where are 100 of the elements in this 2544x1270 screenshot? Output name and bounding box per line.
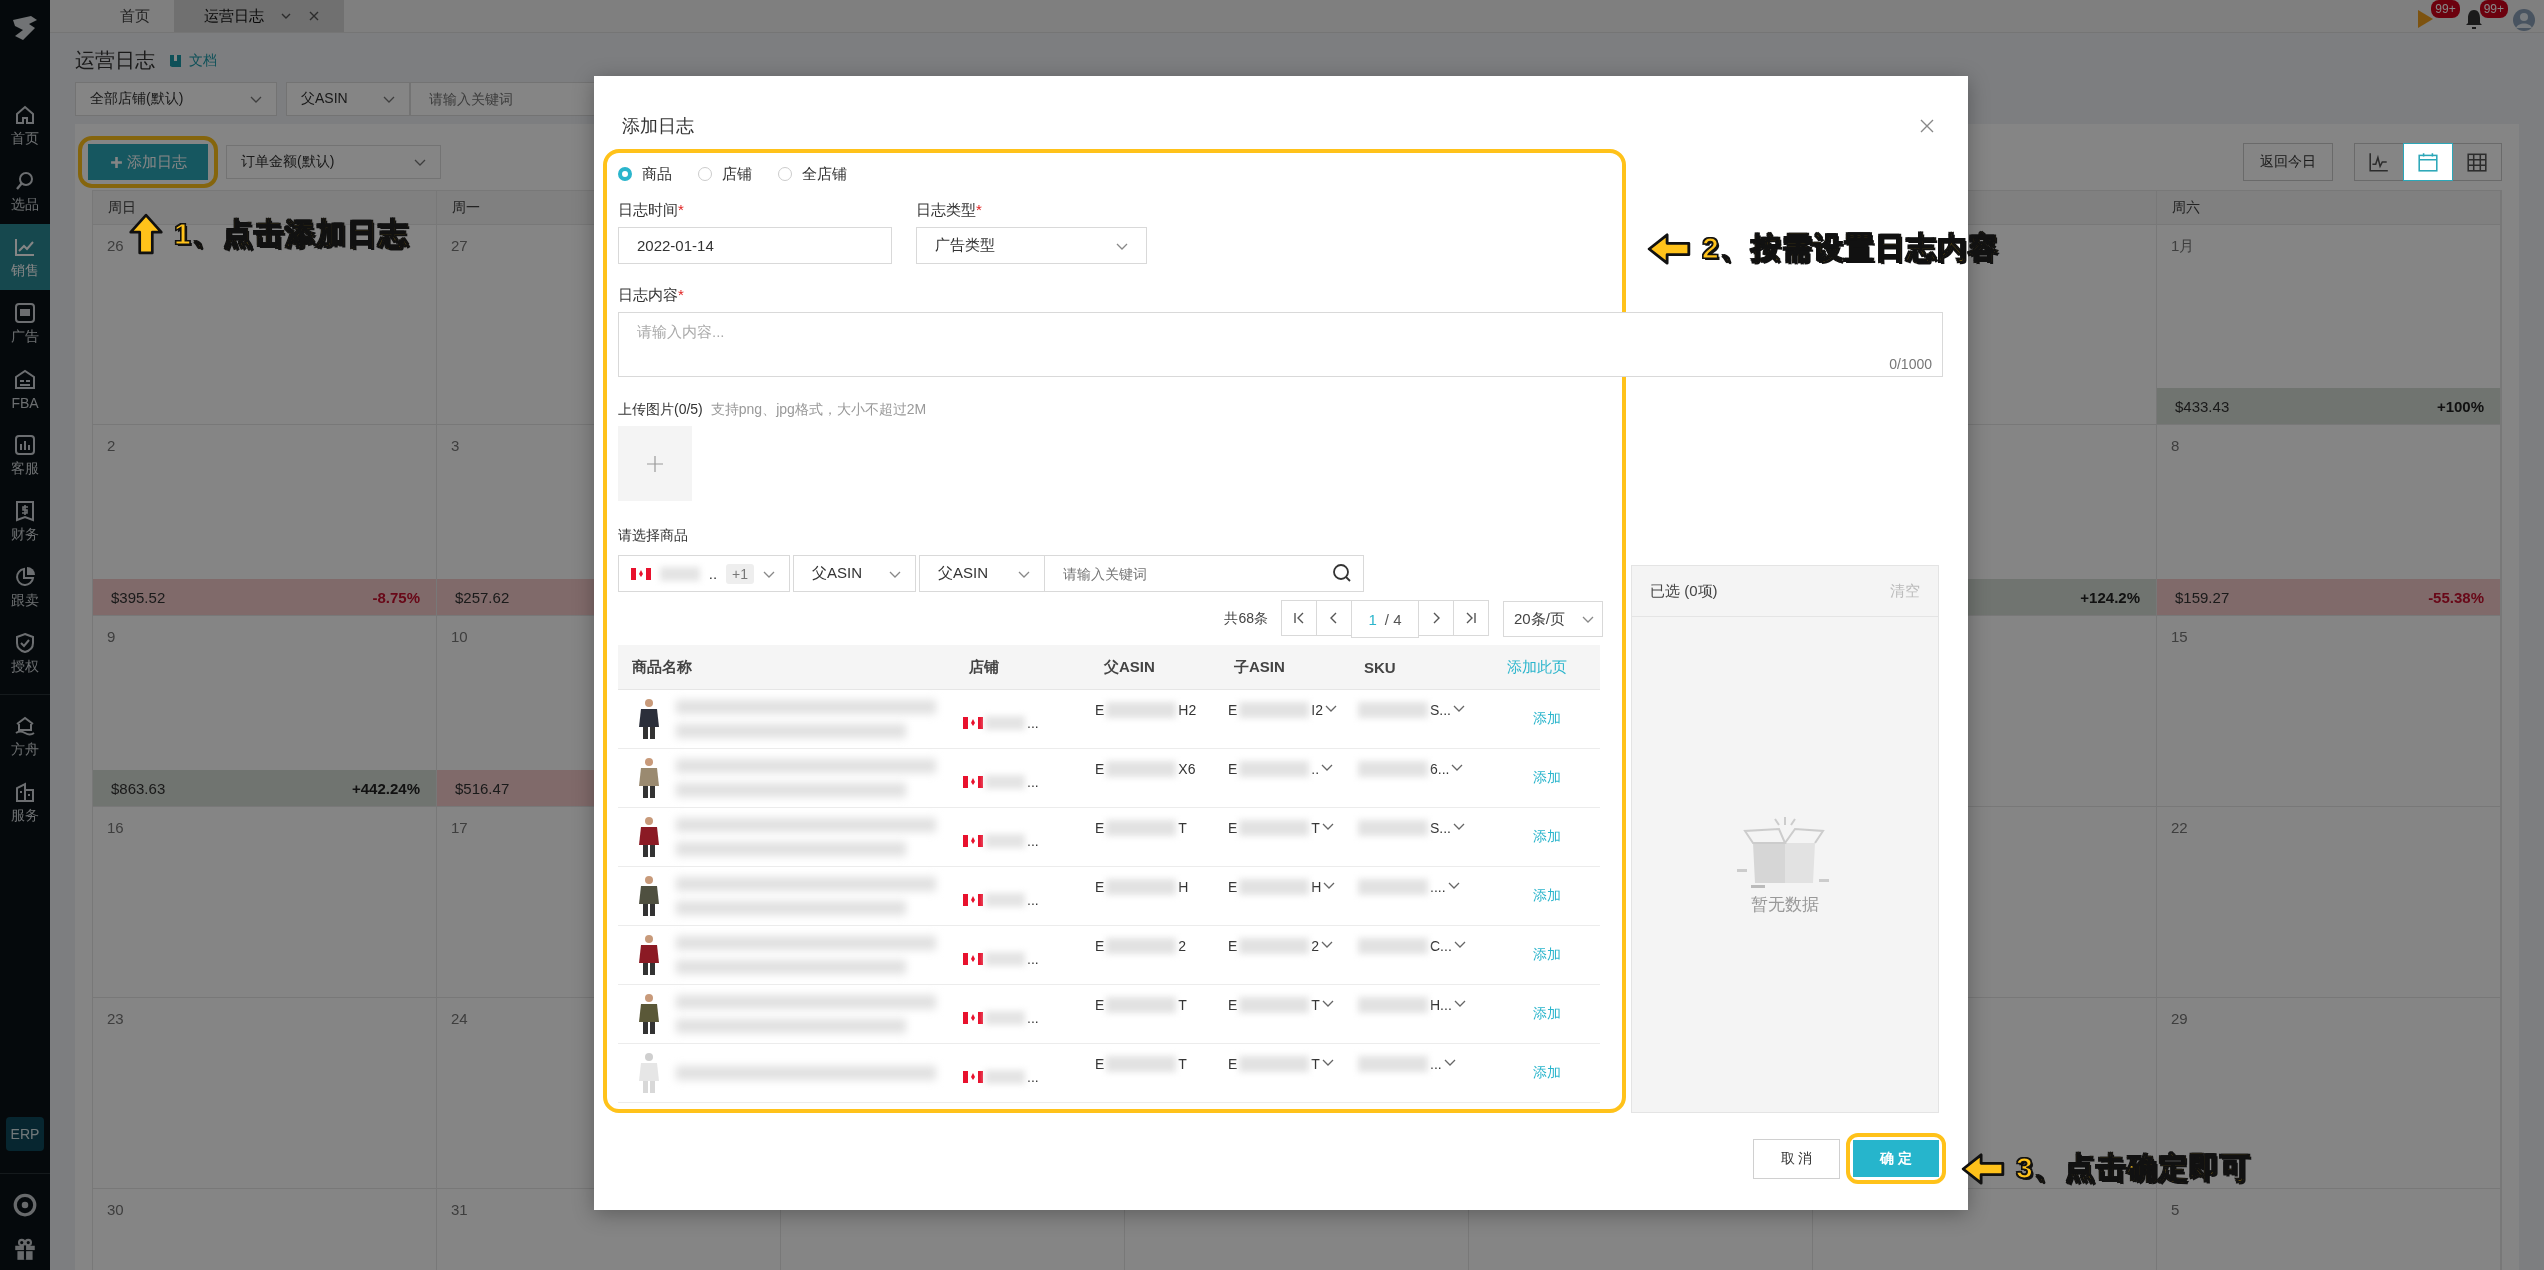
annotation-text: 3、点击确定即可 xyxy=(2016,1150,2251,1186)
sidebar-item[interactable]: 授权 xyxy=(0,620,50,686)
asin-select[interactable]: 父ASIN xyxy=(793,555,916,592)
sidebar-item[interactable]: 选品 xyxy=(0,158,50,224)
asin-text: T xyxy=(1311,820,1320,836)
page-tab[interactable]: 运营日志 xyxy=(174,0,344,32)
date-number: 16 xyxy=(106,818,125,836)
field-label: 日志类型* xyxy=(916,201,982,220)
asin-text: H xyxy=(1311,879,1322,895)
store-name: ... xyxy=(1027,1069,1039,1085)
annotation-text: 1、点击添加日志 xyxy=(174,215,409,252)
asin-text: E xyxy=(1095,997,1105,1013)
store-name: ... xyxy=(1027,951,1039,967)
page-number-input[interactable]: 1 xyxy=(1368,610,1377,628)
asin-text: H2 xyxy=(1178,702,1197,718)
sidebar-item[interactable]: 财务 xyxy=(0,488,50,554)
page-size-select[interactable]: 20条/页 xyxy=(1503,601,1603,637)
date-number: 31 xyxy=(450,1200,469,1218)
doc-link[interactable]: 文档 xyxy=(189,51,217,70)
radio-option[interactable]: 店铺 xyxy=(698,164,752,184)
add-log-button[interactable]: 添加日志 xyxy=(88,144,208,180)
metric-select[interactable]: 订单金额(默认) xyxy=(226,145,441,179)
sales-amount: $395.52 xyxy=(111,588,166,606)
date-number: 15 xyxy=(2170,627,2189,645)
dialog-title: 添加日志 xyxy=(622,115,694,138)
radio-option[interactable]: 全店铺 xyxy=(778,164,847,184)
selected-count: 已选 (0项) xyxy=(1650,581,1718,601)
keyword-input[interactable]: 请输入关键词 xyxy=(1044,555,1364,592)
asin-text: E xyxy=(1228,820,1238,836)
sidebar-item[interactable]: 跟卖 xyxy=(0,554,50,620)
column-header: 店铺 xyxy=(968,657,1000,677)
sidebar-item[interactable]: 方舟 xyxy=(0,703,50,769)
add-page-link[interactable]: 添加此页 xyxy=(1485,657,1600,677)
date-number: 5 xyxy=(2170,1200,2181,1218)
asin-select[interactable]: 父ASIN xyxy=(286,82,410,116)
count-badge: 99+ xyxy=(2479,0,2508,18)
count-badge: 99+ xyxy=(2431,0,2460,18)
add-link[interactable]: 添加 xyxy=(1532,769,1561,787)
add-link[interactable]: 添加 xyxy=(1532,946,1561,964)
field-label: 日志内容* xyxy=(618,286,684,305)
sidebar-item[interactable]: 服务 xyxy=(0,769,50,835)
date-number: 8 xyxy=(2170,436,2181,454)
asin-text: E xyxy=(1228,997,1238,1013)
asin-text: H xyxy=(1178,879,1189,895)
annotation-text: 2、按需设置日志内容 xyxy=(1702,230,1999,266)
weekday-label: 周日 xyxy=(108,198,136,217)
asin-text: T xyxy=(1178,997,1187,1013)
sales-amount: $257.62 xyxy=(455,588,510,606)
asin-text: T xyxy=(1178,1056,1187,1072)
section-label: 请选择商品 xyxy=(618,527,688,545)
count-tag: +1 xyxy=(726,563,755,584)
sku-text: C... xyxy=(1430,938,1452,954)
date-number: 23 xyxy=(106,1009,125,1027)
sales-amount: $159.27 xyxy=(2175,588,2230,606)
asin-text: 2 xyxy=(1311,938,1320,954)
sidebar-item[interactable]: 客服 xyxy=(0,422,50,488)
confirm-button[interactable]: 确 定 xyxy=(1853,1140,1939,1177)
store-select[interactable]: .. +1 xyxy=(618,555,790,592)
asin-text: E xyxy=(1228,879,1238,895)
radio-option[interactable]: 商品 xyxy=(618,164,672,184)
page-tab[interactable]: 首页 xyxy=(90,0,174,32)
asin-text: .. xyxy=(1311,761,1320,777)
sidebar-item[interactable]: 广告 xyxy=(0,290,50,356)
sku-text: ... xyxy=(1430,1056,1442,1072)
add-link[interactable]: 添加 xyxy=(1532,1064,1561,1082)
store-name: ... xyxy=(1027,833,1039,849)
date-number: 10 xyxy=(450,627,469,645)
sidebar-item[interactable]: 销售 xyxy=(0,224,50,290)
asin-text: E xyxy=(1095,938,1105,954)
sales-amount: $433.43 xyxy=(2175,397,2230,415)
date-number: 30 xyxy=(106,1200,125,1218)
column-header: 商品名称 xyxy=(631,657,693,677)
date-input[interactable]: 2022-01-14 xyxy=(618,227,892,264)
date-number: 27 xyxy=(450,236,469,254)
sidebar-item[interactable]: FBA xyxy=(0,356,50,422)
column-header: 子ASIN xyxy=(1233,657,1286,677)
asin-text: X6 xyxy=(1178,761,1196,777)
erp-button[interactable]: ERP xyxy=(6,1117,44,1151)
sidebar-item[interactable]: 首页 xyxy=(0,92,50,158)
cancel-button[interactable]: 取 消 xyxy=(1753,1138,1840,1179)
change-percent: +442.24% xyxy=(352,779,420,797)
asin-text: E xyxy=(1228,702,1238,718)
add-link[interactable]: 添加 xyxy=(1532,828,1561,846)
change-percent: +100% xyxy=(2436,397,2484,415)
date-number: 17 xyxy=(450,818,469,836)
store-select[interactable]: 全部店铺(默认) xyxy=(75,82,277,116)
weekday-label: 周六 xyxy=(2172,198,2200,217)
content-textarea[interactable]: 请输入内容... 0/1000 xyxy=(618,312,1943,377)
add-link[interactable]: 添加 xyxy=(1532,887,1561,905)
log-type-select[interactable]: 广告类型 xyxy=(916,227,1147,264)
sales-amount: $516.47 xyxy=(455,779,510,797)
date-number: 22 xyxy=(2170,818,2189,836)
today-button[interactable]: 返回今日 xyxy=(2243,143,2333,181)
sku-text: S... xyxy=(1430,702,1451,718)
asin-text: E xyxy=(1095,702,1105,718)
add-link[interactable]: 添加 xyxy=(1532,1005,1561,1023)
store-name: ... xyxy=(1027,1010,1039,1026)
asin-text: T xyxy=(1178,820,1187,836)
add-link[interactable]: 添加 xyxy=(1532,710,1561,728)
date-number: 3 xyxy=(450,436,461,454)
